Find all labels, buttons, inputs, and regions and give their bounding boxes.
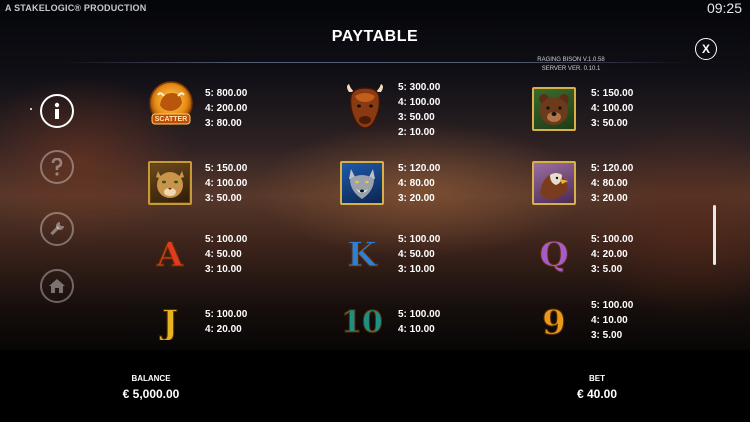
letter-k-payouts: 5: 100.00 4: 50.00 3: 10.00 [398,232,440,277]
payout-line: 5: 120.00 [398,163,441,174]
payout-line: 5: 100.00 [205,234,248,245]
footer-bar [0,350,750,422]
payout-line: 5: 150.00 [591,88,634,99]
payout-line: 3: 20.00 [398,193,435,204]
payout-line: 5: 100.00 [591,234,634,245]
letter-q-symbol: Q [529,230,579,280]
payout-line: 3: 50.00 [591,118,628,129]
payout-line: 5: 100.00 [591,300,634,311]
balance-label: BALANCE [131,374,171,383]
bet-label: BET [589,374,605,383]
bear-symbol [529,84,579,134]
number-10-symbol: 10 [337,298,387,341]
payout-line: 4: 10.00 [591,315,628,326]
letter-j-payouts: 5: 100.00 4: 20.00 [205,307,247,337]
payout-line: 4: 100.00 [205,178,248,189]
letter-j-symbol: J [145,298,195,341]
payout-line: 4: 100.00 [398,97,441,108]
wolf-icon [340,161,384,205]
scatter-label: SCATTER [154,116,188,123]
payout-line: 3: 80.00 [205,118,242,129]
cougar-payouts: 5: 150.00 4: 100.00 3: 50.00 [205,161,247,206]
eagle-payouts: 5: 120.00 4: 80.00 3: 20.00 [591,161,633,206]
bison-icon [347,84,383,129]
payout-line: 4: 20.00 [591,249,628,260]
payout-line: 5: 100.00 [398,309,441,320]
payout-line: 4: 20.00 [205,324,242,335]
payout-line: 4: 50.00 [398,249,435,260]
letter-q-payouts: 5: 100.00 4: 20.00 3: 5.00 [591,232,633,277]
payout-line: 3: 50.00 [398,112,435,123]
payout-line: 4: 50.00 [205,249,242,260]
number-10-icon: 10 [341,305,384,341]
letter-a-payouts: 5: 100.00 4: 50.00 3: 10.00 [205,232,247,277]
number-9-icon: 9 [542,303,567,341]
letter-k-symbol: K [337,230,387,280]
bison-payouts: 5: 300.00 4: 100.00 3: 50.00 2: 10.00 [398,80,440,140]
bison-symbol [340,82,390,132]
number-9-symbol: 9 [529,298,579,341]
bear-icon [532,87,576,131]
bear-payouts: 5: 150.00 4: 100.00 3: 50.00 [591,86,633,131]
balance-value: € 5,000.00 [122,387,180,401]
payout-line: 3: 10.00 [205,264,242,275]
scatter-payouts: 5: 800.00 4: 200.00 3: 80.00 [205,86,247,131]
bet-value: € 40.00 [576,387,618,401]
cougar-symbol [145,158,195,208]
cougar-icon [148,161,192,205]
letter-a-symbol: A [145,230,195,280]
payout-line: 5: 100.00 [398,234,441,245]
paytable-scroll-area[interactable]: SCATTER 5: 800.00 4: 200.00 3: 80.00 5: … [0,0,750,340]
eagle-symbol [529,158,579,208]
scatter-symbol: SCATTER [146,81,196,131]
payout-line: 4: 10.00 [398,324,435,335]
payout-line: 3: 10.00 [398,264,435,275]
payout-line: 4: 100.00 [591,103,634,114]
payout-line: 3: 5.00 [591,264,623,275]
payout-line: 3: 20.00 [591,193,628,204]
payout-line: 5: 120.00 [591,163,634,174]
number-10-payouts: 5: 100.00 4: 10.00 [398,307,440,337]
number-9-payouts: 5: 100.00 4: 10.00 3: 5.00 [591,298,633,340]
letter-q-icon: Q [539,235,570,276]
payout-line: 4: 80.00 [398,178,435,189]
payout-line: 3: 5.00 [591,330,623,340]
payout-line: 5: 100.00 [205,309,248,320]
payout-line: 4: 200.00 [205,103,248,114]
letter-j-icon: J [161,303,179,341]
eagle-icon [532,161,576,205]
payout-line: 2: 10.00 [398,127,435,138]
wolf-payouts: 5: 120.00 4: 80.00 3: 20.00 [398,161,440,206]
wolf-symbol [337,158,387,208]
scatter-bison-icon [149,81,193,125]
payout-line: 5: 800.00 [205,88,248,99]
letter-k-icon: K [347,235,378,276]
payout-line: 3: 50.00 [205,193,242,204]
letter-a-icon: A [156,235,184,276]
payout-line: 4: 80.00 [591,178,628,189]
payout-line: 5: 150.00 [205,163,248,174]
payout-line: 5: 300.00 [398,82,441,93]
